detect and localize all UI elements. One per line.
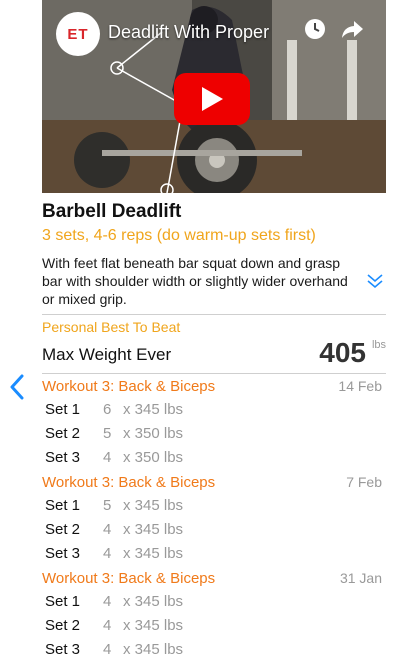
exercise-description: With feet flat beneath bar squat down an… [42,255,348,307]
set-label: Set 3 [45,545,81,562]
set-reps: 6 [103,401,112,418]
set-row: Set 2 4 x 345 lbs [42,518,386,542]
workout-entry[interactable]: Workout 3: Back & Biceps 7 Feb Set 1 5 x… [42,470,386,566]
set-weight: x 345 lbs [123,521,184,538]
set-label: Set 2 [45,425,81,442]
set-reps: 4 [103,617,112,634]
set-weight: x 345 lbs [123,641,184,658]
set-weight: x 345 lbs [123,545,184,562]
set-reps: 4 [103,545,112,562]
set-label: Set 1 [45,593,81,610]
workout-name: Workout 3: Back & Biceps [42,378,216,395]
set-label: Set 1 [45,401,81,418]
clock-icon[interactable] [304,18,326,40]
set-label: Set 2 [45,617,81,634]
set-row: Set 1 4 x 345 lbs [42,590,386,614]
set-reps: 4 [103,521,112,538]
personal-best-unit: lbs [371,339,386,351]
set-weight: x 345 lbs [123,497,184,514]
workout-header: Workout 3: Back & Biceps 31 Jan [42,566,386,590]
set-reps: 4 [103,641,112,658]
exercise-description-block: With feet flat beneath bar squat down an… [42,254,383,308]
set-weight: x 350 lbs [123,449,184,466]
set-row: Set 2 5 x 350 lbs [42,422,386,446]
personal-best: Personal Best To Beat Max Weight Ever 40… [42,315,386,373]
workout-name: Workout 3: Back & Biceps [42,570,216,587]
channel-logo[interactable]: ET [56,12,100,56]
set-reps: 5 [103,497,112,514]
set-row: Set 1 5 x 345 lbs [42,494,386,518]
set-weight: x 345 lbs [123,617,184,634]
set-row: Set 3 4 x 350 lbs [42,446,386,470]
workout-entry[interactable]: Workout 3: Back & Biceps 31 Jan Set 1 4 … [42,566,386,662]
exercise-title: Barbell Deadlift [42,201,182,222]
workout-date: 14 Feb [338,378,382,394]
workout-name: Workout 3: Back & Biceps [42,474,216,491]
set-row: Set 3 4 x 345 lbs [42,542,386,566]
play-icon [202,87,223,111]
back-chevron-icon[interactable] [8,374,28,400]
set-label: Set 1 [45,497,81,514]
set-reps: 5 [103,425,112,442]
workout-header: Workout 3: Back & Biceps 14 Feb [42,374,386,398]
share-icon[interactable] [340,18,364,40]
workout-entry[interactable]: Workout 3: Back & Biceps 14 Feb Set 1 6 … [42,374,386,470]
expand-chevron-icon[interactable] [366,272,384,290]
personal-best-row: Max Weight Ever 405 lbs [42,337,386,368]
set-label: Set 3 [45,449,81,466]
set-reps: 4 [103,593,112,610]
set-weight: x 350 lbs [123,425,184,442]
set-reps: 4 [103,449,112,466]
set-label: Set 3 [45,641,81,658]
set-row: Set 1 6 x 345 lbs [42,398,386,422]
set-weight: x 345 lbs [123,593,184,610]
personal-best-value: 405 [319,337,366,368]
personal-best-metric: Max Weight Ever [42,345,172,364]
video-player[interactable]: ET Deadlift With Proper [42,0,386,193]
exercise-prescription: 3 sets, 4-6 reps (do warm-up sets first) [42,227,316,244]
workout-date: 31 Jan [339,570,382,586]
video-title[interactable]: Deadlift With Proper [108,22,269,43]
exercise-detail: ET Deadlift With Proper Barbell Deadlift… [42,0,386,662]
personal-best-label: Personal Best To Beat [42,319,181,335]
set-weight: x 345 lbs [123,401,184,418]
play-button[interactable] [174,73,250,125]
set-row: Set 2 4 x 345 lbs [42,614,386,638]
workout-date: 7 Feb [346,474,382,490]
workout-header: Workout 3: Back & Biceps 7 Feb [42,470,386,494]
set-label: Set 2 [45,521,81,538]
set-row: Set 3 4 x 345 lbs [42,638,386,662]
